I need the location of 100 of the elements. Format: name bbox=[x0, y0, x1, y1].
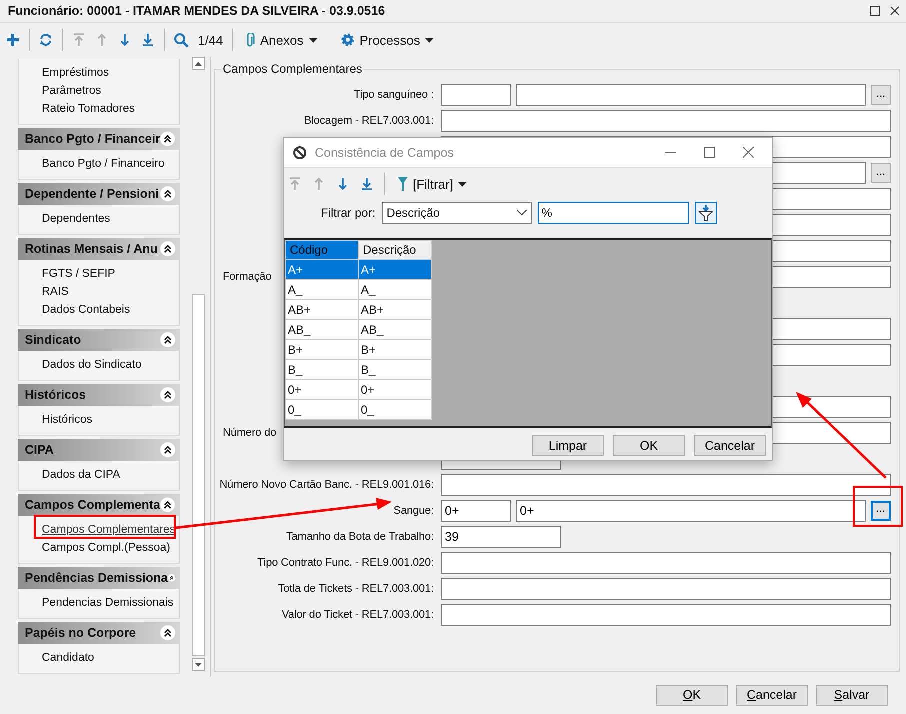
dialog-button[interactable]: Cancelar bbox=[694, 435, 766, 456]
last-record-icon[interactable] bbox=[141, 33, 155, 47]
section-header[interactable]: Campos Complementa bbox=[18, 494, 180, 516]
column-header[interactable]: Descrição bbox=[358, 240, 432, 260]
collapse-icon[interactable] bbox=[160, 186, 176, 202]
maximize-icon[interactable] bbox=[704, 147, 715, 158]
lookup-button[interactable]: ... bbox=[871, 501, 891, 521]
section-header[interactable]: Dependente / Pensioni bbox=[18, 183, 180, 205]
collapse-icon[interactable] bbox=[160, 442, 176, 458]
footer-button[interactable]: Salvar bbox=[816, 684, 888, 706]
caret-icon bbox=[425, 38, 434, 42]
group-title: Campos Complementares bbox=[221, 62, 364, 76]
down-arrow-icon[interactable] bbox=[336, 177, 350, 191]
input-field[interactable] bbox=[441, 604, 891, 626]
section-header[interactable]: Históricos bbox=[18, 384, 180, 406]
table-cell[interactable]: B+ bbox=[358, 340, 432, 360]
input-field[interactable] bbox=[441, 84, 511, 106]
sidebar-link[interactable]: FGTS / SEFIP bbox=[42, 265, 116, 283]
filter-field[interactable]: % bbox=[538, 202, 689, 224]
collapse-icon[interactable] bbox=[160, 332, 176, 348]
section-header[interactable]: Papéis no Corpore bbox=[18, 622, 180, 644]
table-cell[interactable]: 0_ bbox=[358, 400, 432, 420]
chevron-down-icon bbox=[516, 210, 527, 216]
sidebar-link[interactable]: Campos Compl.(Pessoa) bbox=[42, 539, 170, 557]
collapse-icon[interactable] bbox=[160, 625, 176, 641]
record-counter: 1/44 bbox=[198, 32, 224, 48]
app-icon bbox=[293, 146, 307, 160]
sidebar-link[interactable]: Campos Complementares bbox=[42, 521, 176, 539]
input-field[interactable] bbox=[516, 84, 866, 106]
table-cell[interactable]: B_ bbox=[358, 360, 432, 380]
input-field[interactable] bbox=[441, 578, 891, 600]
field-label: Número Novo Cartão Banc. - REL9.001.016: bbox=[220, 479, 435, 491]
field-label: Tipo sanguíneo : bbox=[354, 89, 435, 101]
menu-button[interactable]: Processos bbox=[338, 30, 438, 50]
dialog-button[interactable]: OK bbox=[613, 435, 685, 456]
table-cell[interactable]: AB+ bbox=[286, 300, 358, 320]
close-icon[interactable] bbox=[743, 147, 754, 158]
refresh-icon[interactable] bbox=[39, 33, 53, 47]
field-label: Totla de Tickets - REL7.003.001: bbox=[278, 583, 435, 595]
field-label: Sangue: bbox=[394, 505, 435, 517]
maximize-icon[interactable] bbox=[870, 6, 880, 16]
table-cell[interactable]: A+ bbox=[358, 260, 432, 280]
table-cell[interactable]: 0_ bbox=[286, 400, 358, 420]
dialog-title: Consistência de Campos bbox=[315, 146, 455, 160]
lookup-button[interactable]: ... bbox=[871, 85, 891, 105]
input-field[interactable]: 39 bbox=[441, 526, 561, 548]
sidebar-link[interactable]: Históricos bbox=[42, 411, 92, 429]
input-field[interactable]: 0+ bbox=[516, 500, 866, 522]
filter-dropdown[interactable]: Descrição bbox=[382, 202, 532, 224]
collapse-icon[interactable] bbox=[160, 497, 176, 513]
sidebar-link[interactable]: RAIS bbox=[42, 283, 69, 301]
table-cell[interactable]: AB_ bbox=[358, 320, 432, 340]
collapse-icon[interactable] bbox=[160, 131, 176, 147]
close-icon[interactable] bbox=[890, 6, 900, 16]
input-field[interactable] bbox=[441, 110, 891, 132]
menu-button[interactable]: Anexos bbox=[242, 30, 321, 50]
filter-menu-button[interactable]: [Filtrar] bbox=[395, 174, 470, 194]
gear-icon bbox=[340, 33, 355, 47]
table-cell[interactable]: A_ bbox=[286, 280, 358, 300]
funnel-icon bbox=[698, 205, 713, 221]
sidebar-link[interactable]: Candidato bbox=[42, 649, 94, 667]
search-icon[interactable] bbox=[174, 32, 189, 48]
paperclip-icon bbox=[245, 32, 256, 48]
scrollbar-thumb[interactable] bbox=[192, 294, 205, 656]
table-cell[interactable]: A_ bbox=[358, 280, 432, 300]
section-header[interactable]: Banco Pgto / Financeir bbox=[18, 128, 180, 150]
section-header[interactable]: Rotinas Mensais / Anu bbox=[18, 238, 180, 260]
funnel-icon bbox=[398, 177, 408, 191]
input-field[interactable] bbox=[441, 552, 891, 574]
lookup-button[interactable]: ... bbox=[871, 163, 891, 183]
sidebar-link[interactable]: Rateio Tomadores bbox=[42, 100, 136, 118]
field-label: Valor do Ticket - REL7.003.001: bbox=[282, 609, 435, 621]
dialog-button[interactable]: Limpar bbox=[532, 435, 604, 456]
table-cell[interactable]: B_ bbox=[286, 360, 358, 380]
input-field[interactable] bbox=[441, 474, 891, 496]
table-cell[interactable]: 0+ bbox=[358, 380, 432, 400]
section-header[interactable]: Pendências Demissiona bbox=[18, 567, 180, 589]
table-cell[interactable]: AB+ bbox=[358, 300, 432, 320]
collapse-icon[interactable] bbox=[160, 387, 176, 403]
scroll-up-button[interactable] bbox=[192, 57, 205, 70]
section-header[interactable]: Sindicato bbox=[18, 329, 180, 351]
table-cell[interactable]: A+ bbox=[286, 260, 358, 280]
highlight-box bbox=[853, 486, 903, 527]
column-header[interactable]: Código bbox=[286, 240, 358, 260]
plus-icon[interactable] bbox=[6, 33, 20, 47]
input-field[interactable]: 0+ bbox=[441, 500, 511, 522]
sidebar-link[interactable]: Empréstimos bbox=[42, 64, 110, 82]
scroll-down-button[interactable] bbox=[192, 658, 205, 671]
table-cell[interactable]: B+ bbox=[286, 340, 358, 360]
sidebar-link[interactable]: Dados Contabeis bbox=[42, 301, 130, 319]
last-record-icon[interactable] bbox=[360, 177, 374, 191]
collapse-icon[interactable] bbox=[160, 241, 176, 257]
down-arrow-icon[interactable] bbox=[118, 33, 132, 47]
table-cell[interactable]: 0+ bbox=[286, 380, 358, 400]
footer-button[interactable]: OK bbox=[656, 684, 728, 706]
table-cell[interactable]: AB_ bbox=[286, 320, 358, 340]
sidebar-link[interactable]: Parâmetros bbox=[42, 82, 102, 100]
apply-filter-button[interactable] bbox=[694, 202, 717, 224]
footer-button[interactable]: Cancelar bbox=[736, 684, 808, 706]
section-header[interactable]: CIPA bbox=[18, 439, 180, 461]
